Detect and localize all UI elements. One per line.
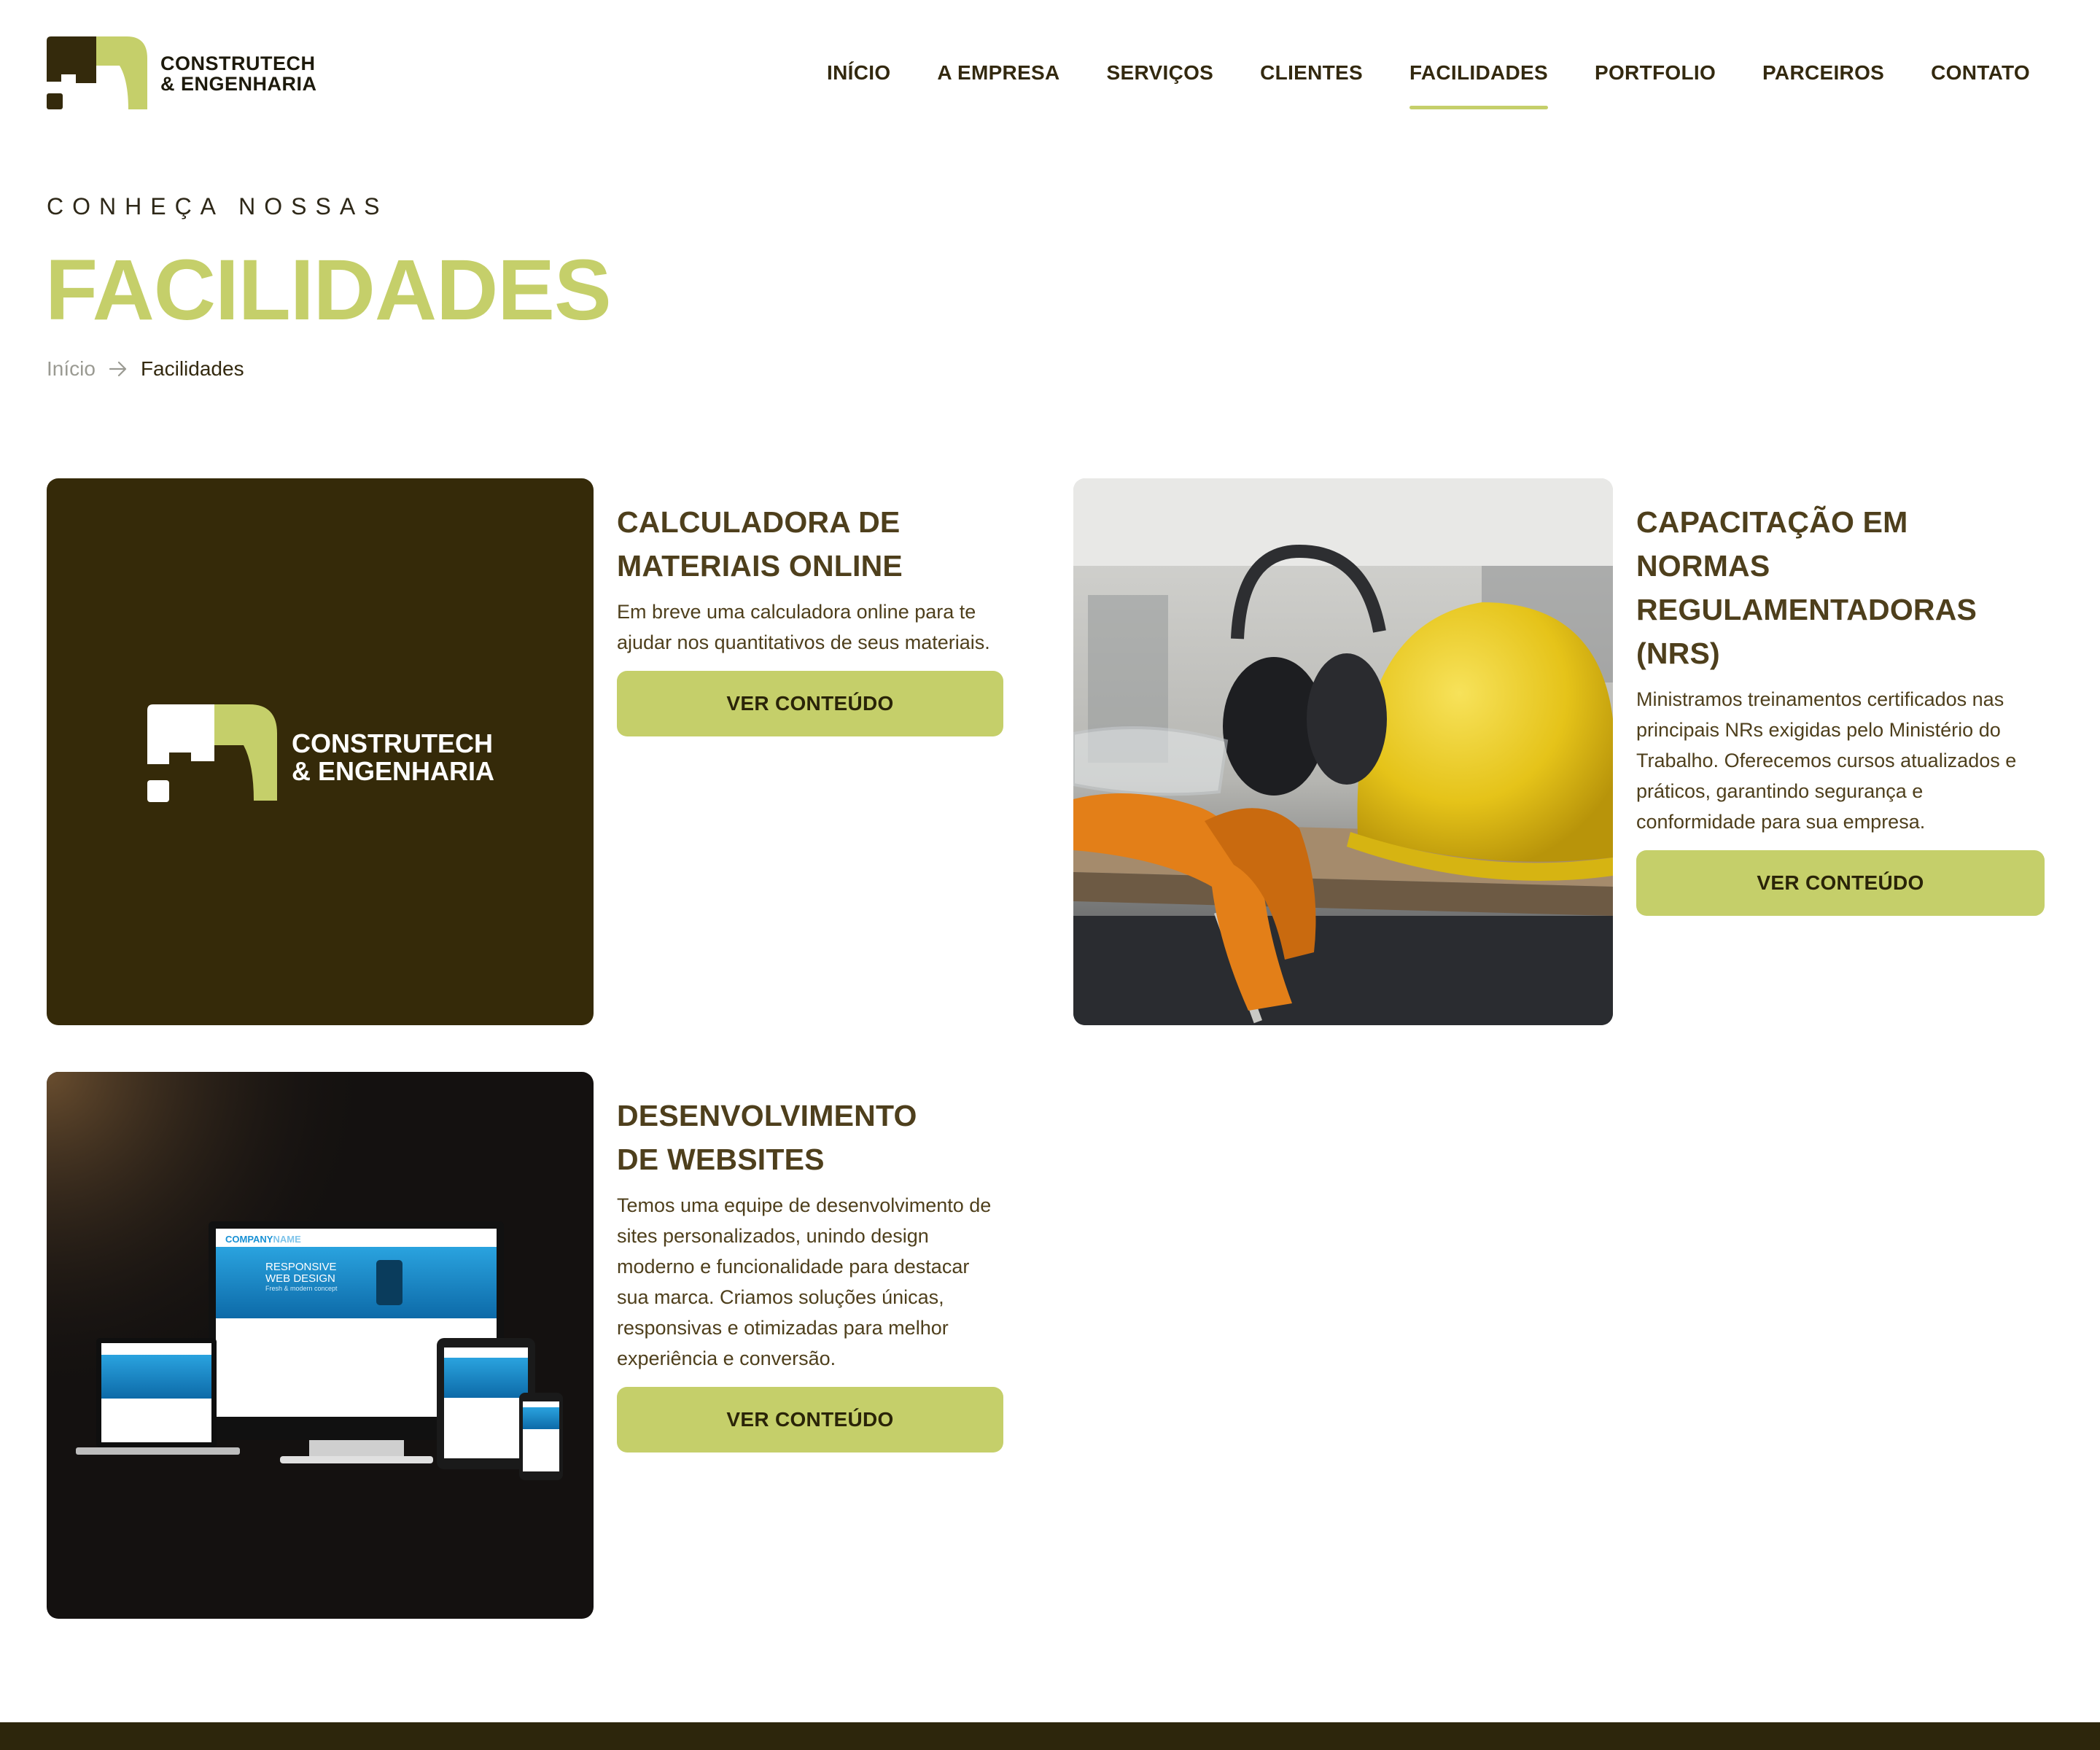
ver-conteudo-button[interactable]: VER CONTEÚDO: [617, 671, 1003, 736]
responsive-devices-photo: COMPANYNAME RESPONSIVE WEB DESIGN Fresh …: [47, 1072, 594, 1619]
nav-item-a-empresa[interactable]: A EMPRESA: [937, 61, 1059, 85]
card-title: CAPACITAÇÃO EM NORMAS REGULAMENTADORAS (…: [1636, 500, 2045, 675]
nav-item-portfolio[interactable]: PORTFOLIO: [1595, 61, 1716, 85]
mockup-company-name-suffix: NAME: [273, 1234, 301, 1245]
logo-name-line1: CONSTRUTECH: [160, 52, 316, 74]
card-description: Em breve uma calculadora online para te …: [617, 601, 990, 653]
breadcrumb-home-link[interactable]: Início: [47, 357, 96, 381]
nav-item-inicio[interactable]: INÍCIO: [827, 61, 890, 85]
card-title-line2: DE WEBSITES: [617, 1143, 825, 1176]
card-image-nrs: [1073, 478, 1613, 1025]
mockup-headline-1: RESPONSIVE: [265, 1261, 337, 1273]
breadcrumb: Início Facilidades: [47, 357, 244, 381]
card-description: Temos uma equipe de desenvolvimento de s…: [617, 1194, 992, 1369]
logo-name-line2: & ENGENHARIA: [160, 72, 317, 95]
card-websites: DESENVOLVIMENTO DE WEBSITES Temos uma eq…: [617, 1094, 1003, 1452]
mockup-headline-2: WEB DESIGN: [265, 1272, 335, 1285]
card-description: Ministramos treinamentos certificados na…: [1636, 688, 2017, 833]
card-logo-line2: & ENGENHARIA: [292, 756, 495, 786]
card-logo-line1: CONSTRUTECH: [292, 728, 493, 758]
page-title: FACILIDADES: [45, 242, 612, 338]
main-nav: INÍCIO A EMPRESA SERVIÇOS CLIENTES FACIL…: [827, 61, 2030, 109]
card-title: DESENVOLVIMENTO DE WEBSITES: [617, 1094, 1003, 1181]
logo-mark-icon: [47, 36, 147, 109]
nav-item-facilidades[interactable]: FACILIDADES: [1409, 61, 1548, 109]
card-calculadora: CALCULADORA DE MATERIAIS ONLINE Em breve…: [617, 500, 1003, 736]
card-nrs: CAPACITAÇÃO EM NORMAS REGULAMENTADORAS (…: [1636, 500, 2045, 916]
card-title-line2: REGULAMENTADORAS (NRS): [1636, 593, 1978, 670]
mockup-company-name-prefix: COMPANY: [225, 1234, 273, 1245]
footer-bar: [0, 1722, 2100, 1750]
card-title-line2: MATERIAIS ONLINE: [617, 549, 903, 583]
nav-item-parceiros[interactable]: PARCEIROS: [1762, 61, 1884, 85]
card-title-line1: CALCULADORA DE: [617, 505, 901, 539]
page-kicker: CONHEÇA NOSSAS: [47, 193, 389, 219]
nav-item-contato[interactable]: CONTATO: [1931, 61, 2030, 85]
ver-conteudo-button[interactable]: VER CONTEÚDO: [617, 1387, 1003, 1452]
site-header: CONSTRUTECH & ENGENHARIA INÍCIO A EMPRES…: [0, 0, 2100, 146]
site-logo[interactable]: CONSTRUTECH & ENGENHARIA: [47, 36, 317, 111]
card-image-calculadora: CONSTRUTECH & ENGENHARIA: [47, 478, 594, 1025]
arrow-right-icon: [109, 361, 127, 377]
mockup-tagline: Fresh & modern concept: [265, 1285, 338, 1292]
nav-item-servicos[interactable]: SERVIÇOS: [1107, 61, 1214, 85]
breadcrumb-current: Facilidades: [140, 357, 244, 380]
logo-text: CONSTRUTECH & ENGENHARIA: [160, 52, 317, 95]
card-logo-text: CONSTRUTECH & ENGENHARIA: [292, 730, 494, 785]
ver-conteudo-button[interactable]: VER CONTEÚDO: [1636, 850, 2045, 916]
safety-equipment-photo: [1073, 478, 1613, 1025]
nav-item-clientes[interactable]: CLIENTES: [1260, 61, 1363, 85]
card-image-websites: COMPANYNAME RESPONSIVE WEB DESIGN Fresh …: [47, 1072, 594, 1619]
card-title: CALCULADORA DE MATERIAIS ONLINE: [617, 500, 1003, 588]
mockup-company-name: COMPANYNAME: [225, 1234, 301, 1245]
card-title-line1: DESENVOLVIMENTO: [617, 1099, 917, 1132]
card-title-line1: CAPACITAÇÃO EM NORMAS: [1636, 505, 1908, 583]
